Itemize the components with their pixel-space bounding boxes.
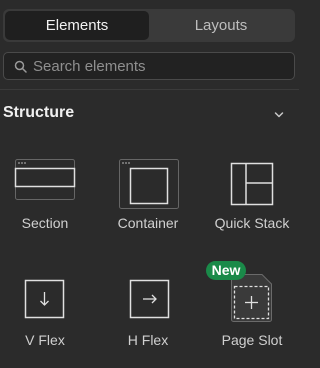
container-icon xyxy=(119,159,179,209)
section-title: Structure xyxy=(3,104,75,121)
element-label: Page Slot xyxy=(221,332,283,348)
section-header[interactable]: Structure xyxy=(0,104,299,128)
section-icon xyxy=(14,159,76,200)
v-flex-icon xyxy=(24,279,65,319)
element-h-flex[interactable]: H Flex xyxy=(103,272,193,362)
new-badge: New xyxy=(206,261,246,280)
element-page-slot[interactable]: Page Slot xyxy=(207,272,297,362)
element-section[interactable]: Section xyxy=(0,155,90,245)
search-box xyxy=(3,52,295,80)
tab-bar: Elements Layouts xyxy=(3,9,295,42)
element-label: Section xyxy=(21,215,69,231)
page-slot-icon xyxy=(231,274,272,322)
element-label: V Flex xyxy=(25,332,65,348)
element-label: Container xyxy=(117,215,179,231)
element-v-flex[interactable]: V Flex xyxy=(0,272,90,362)
divider xyxy=(0,89,299,90)
tab-elements[interactable]: Elements xyxy=(5,11,149,40)
h-flex-icon xyxy=(129,279,170,319)
chevron-down-icon[interactable] xyxy=(272,108,286,122)
element-quick-stack[interactable]: Quick Stack xyxy=(207,155,297,245)
element-label: H Flex xyxy=(127,332,169,348)
quick-stack-icon xyxy=(230,162,274,206)
tab-layouts[interactable]: Layouts xyxy=(149,11,293,40)
element-container[interactable]: Container xyxy=(103,155,193,245)
element-label: Quick Stack xyxy=(214,215,290,231)
search-icon xyxy=(14,60,27,73)
search-input[interactable] xyxy=(33,57,283,75)
